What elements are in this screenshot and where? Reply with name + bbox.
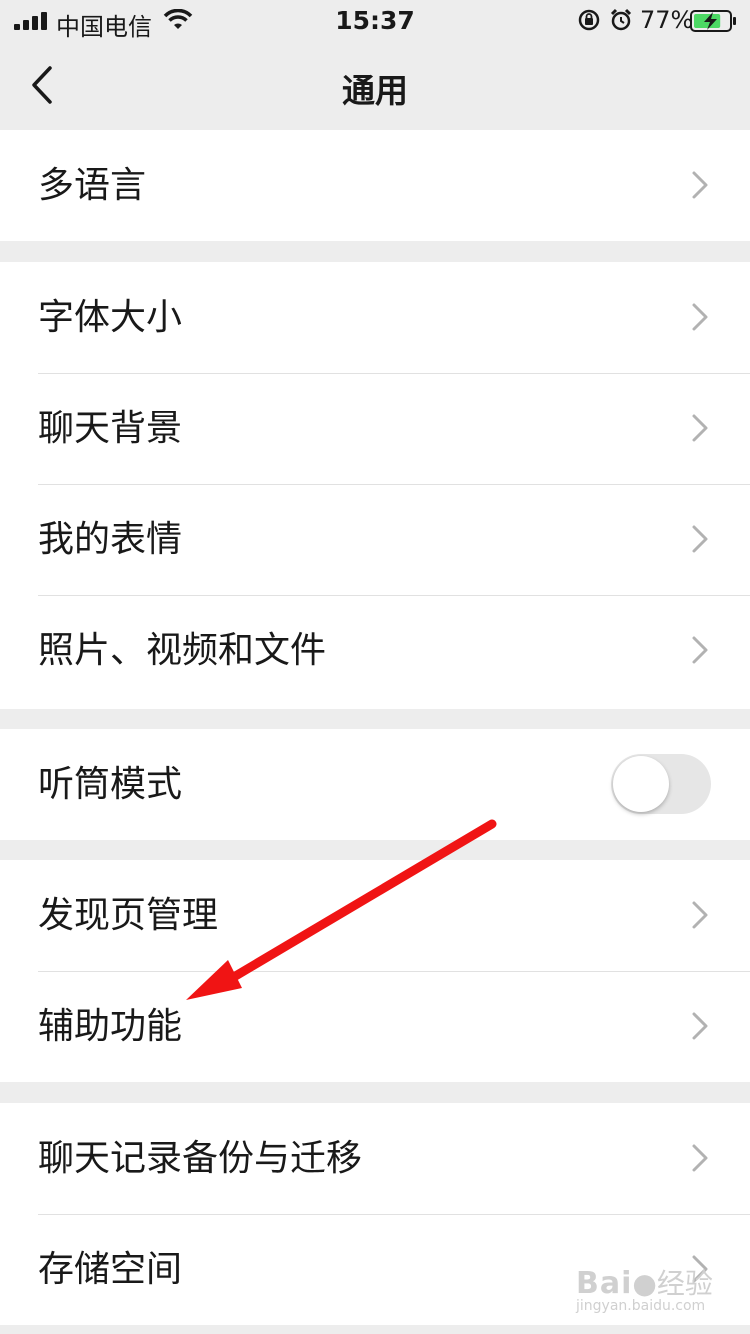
paw-icon: ● <box>632 1267 657 1300</box>
settings-item-label: 聊天背景 <box>38 408 183 449</box>
settings-item-chat-backup-migration[interactable]: 聊天记录备份与迁移 <box>0 1103 750 1214</box>
chevron-right-icon <box>692 1144 708 1172</box>
alarm-icon <box>610 8 632 31</box>
settings-item-label: 照片、视频和文件 <box>38 630 327 671</box>
settings-item-label: 辅助功能 <box>38 1006 183 1047</box>
settings-item-font-size[interactable]: 字体大小 <box>0 262 750 373</box>
toggle-knob <box>613 756 669 812</box>
settings-item-my-stickers[interactable]: 我的表情 <box>0 484 750 595</box>
chevron-right-icon <box>692 414 708 442</box>
chevron-right-icon <box>692 901 708 929</box>
settings-item-label: 存储空间 <box>38 1249 183 1290</box>
battery-charging-icon <box>690 10 736 32</box>
settings-item-label: 我的表情 <box>38 519 183 560</box>
settings-item-discover-management[interactable]: 发现页管理 <box>0 860 750 971</box>
settings-group-display: 字体大小 聊天背景 我的表情 照片、视频和文件 <box>0 262 750 709</box>
chevron-right-icon <box>692 303 708 331</box>
battery-percent: 77% <box>640 6 694 34</box>
chevron-right-icon <box>692 636 708 664</box>
baidu-jingyan-watermark: Bai●经验 jingyan.baidu.com <box>576 1262 716 1322</box>
settings-item-label: 听筒模式 <box>38 764 183 805</box>
chevron-right-icon <box>692 171 708 199</box>
earpiece-mode-toggle[interactable] <box>611 754 711 814</box>
settings-item-label: 聊天记录备份与迁移 <box>38 1138 363 1179</box>
chevron-left-icon[interactable] <box>26 62 66 108</box>
watermark-brand-cn: 经验 <box>656 1267 713 1300</box>
watermark-brand: Bai <box>576 1266 633 1301</box>
settings-group-discover: 发现页管理 辅助功能 <box>0 860 750 1082</box>
settings-item-language[interactable]: 多语言 <box>0 130 750 241</box>
settings-item-accessibility[interactable]: 辅助功能 <box>0 971 750 1082</box>
settings-item-earpiece-mode: 听筒模式 <box>0 729 750 840</box>
page-title: 通用 <box>342 71 408 110</box>
settings-group-earpiece: 听筒模式 <box>0 729 750 840</box>
settings-item-photos-videos-files[interactable]: 照片、视频和文件 <box>0 595 750 706</box>
rotation-lock-icon <box>578 9 600 31</box>
status-bar: 中国电信 15:37 77% <box>0 0 750 41</box>
chevron-right-icon <box>692 525 708 553</box>
settings-item-label: 字体大小 <box>38 297 183 338</box>
settings-item-label: 发现页管理 <box>38 895 219 936</box>
watermark-url: jingyan.baidu.com <box>576 1298 706 1314</box>
nav-bar: 通用 <box>0 40 750 130</box>
settings-item-label: 多语言 <box>38 165 147 206</box>
settings-item-chat-background[interactable]: 聊天背景 <box>0 373 750 484</box>
chevron-right-icon <box>692 1012 708 1040</box>
settings-group-language: 多语言 <box>0 130 750 241</box>
status-time: 15:37 <box>335 6 415 35</box>
